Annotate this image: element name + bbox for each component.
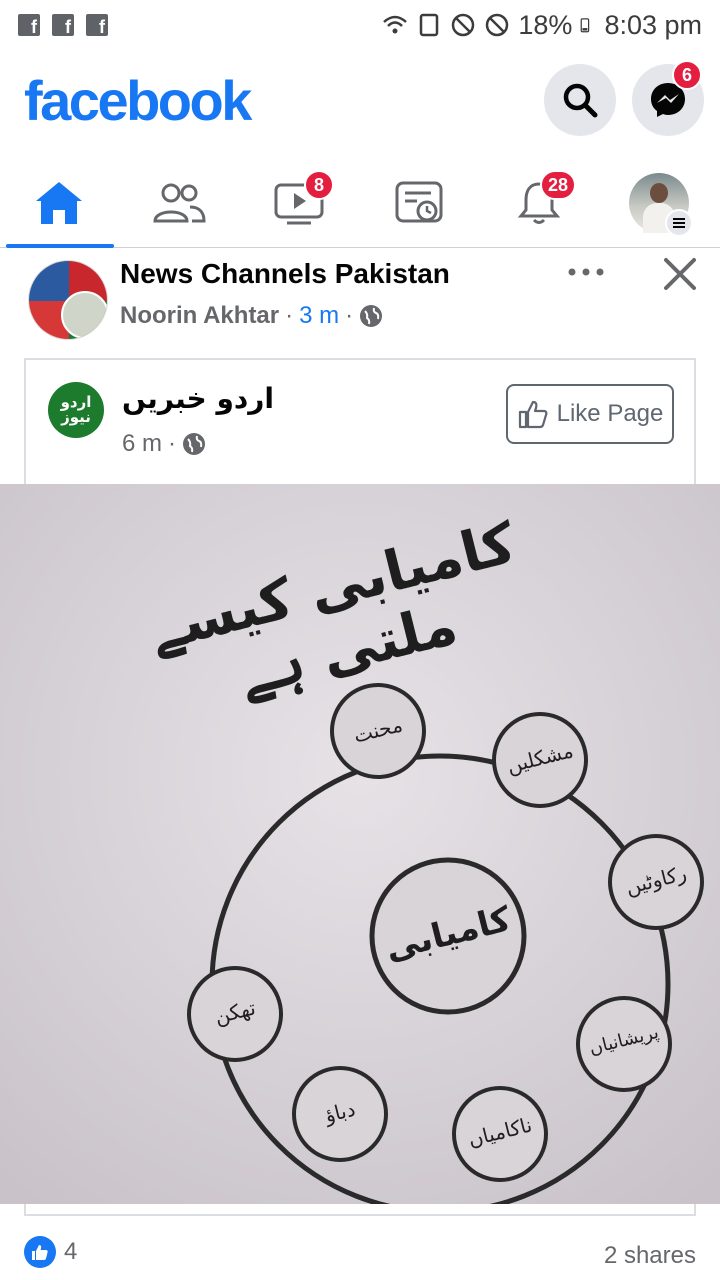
shared-post-time[interactable]: 6 m: [122, 430, 162, 458]
friends-icon: [153, 183, 206, 223]
home-icon: [36, 182, 82, 224]
do-not-disturb-icon: [452, 13, 475, 37]
post-footer: 4 2 shares: [0, 1236, 720, 1280]
status-left-icons: f f f: [18, 14, 108, 36]
post-image[interactable]: کامیابی کیسے ملتی ہے کامیابی محنت مشکلیں…: [0, 484, 720, 1204]
tab-friends[interactable]: [124, 160, 234, 246]
wifi-icon: [383, 15, 408, 34]
shared-post-header: اردو نیوز اردو خبریں 6 m · Like Page: [26, 360, 694, 484]
facebook-notif-icon: f: [52, 14, 74, 36]
author-name[interactable]: Noorin Akhtar: [120, 302, 279, 330]
meta-separator: ·: [345, 302, 354, 329]
globe-icon: [360, 305, 383, 327]
facebook-logo[interactable]: facebook: [24, 68, 252, 133]
sim-icon: [420, 13, 439, 37]
page-avatar[interactable]: اردو نیوز: [48, 382, 104, 438]
close-icon: [664, 258, 696, 290]
battery-icon: [581, 18, 590, 33]
more-icon: [568, 268, 604, 276]
globe-icon: [183, 433, 206, 455]
like-page-label: Like Page: [556, 400, 664, 427]
shares-count[interactable]: 2 shares: [604, 1242, 696, 1270]
group-avatar[interactable]: [28, 260, 108, 340]
tab-home[interactable]: [4, 160, 114, 246]
post-time[interactable]: 3 m: [299, 302, 339, 330]
active-tab-indicator: [6, 244, 114, 248]
profile-avatar: [629, 173, 693, 237]
tab-feeds[interactable]: [364, 160, 474, 246]
tab-watch[interactable]: 8: [244, 160, 354, 246]
status-time: 8:03 pm: [604, 9, 702, 40]
post-header: News Channels Pakistan Noorin Akhtar · 3…: [0, 250, 720, 350]
hide-post-button[interactable]: [660, 254, 700, 294]
meta-separator: ·: [285, 302, 294, 329]
app-header: facebook 6: [0, 58, 720, 148]
meta-separator: ·: [168, 430, 177, 457]
like-reaction-icon: [24, 1236, 56, 1268]
top-nav: 8 28: [0, 160, 720, 248]
reaction-count: 4: [64, 1238, 78, 1265]
tab-menu[interactable]: [604, 160, 714, 246]
status-bar: f f f 18% 8:03 pm: [0, 0, 720, 50]
page-name[interactable]: اردو خبریں: [122, 382, 274, 415]
tab-notifications[interactable]: 28: [484, 160, 594, 246]
messenger-button[interactable]: 6: [632, 60, 704, 136]
facebook-notif-icon: f: [18, 14, 40, 36]
feed-icon: [395, 181, 443, 223]
reactions-summary[interactable]: 4: [24, 1236, 77, 1268]
search-icon: [563, 83, 598, 118]
search-button[interactable]: [544, 64, 616, 136]
thumbs-up-icon: [518, 400, 548, 429]
do-not-disturb-icon: [486, 13, 509, 37]
like-page-button[interactable]: Like Page: [506, 384, 674, 444]
post-meta: Noorin Akhtar · 3 m ·: [120, 302, 383, 330]
notifications-badge: 28: [540, 170, 577, 200]
shared-post-meta: 6 m ·: [122, 430, 206, 458]
messenger-badge: 6: [672, 60, 702, 90]
status-right: 18% 8:03 pm: [382, 10, 702, 41]
group-name[interactable]: News Channels Pakistan: [120, 258, 450, 290]
battery-percent: 18%: [518, 9, 573, 40]
facebook-notif-icon: f: [86, 14, 108, 36]
menu-icon: [665, 209, 693, 237]
more-options-button[interactable]: [566, 262, 606, 282]
watch-badge: 8: [304, 170, 334, 200]
